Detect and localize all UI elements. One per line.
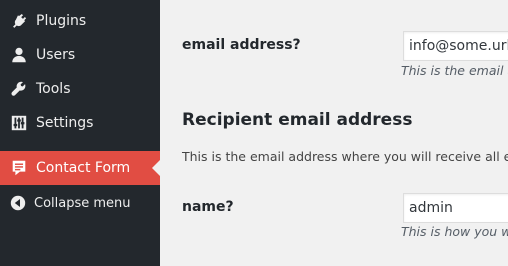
email-field-description: This is the email ad	[401, 63, 508, 78]
active-indicator-arrow	[152, 160, 160, 176]
sidebar-item-label: Contact Form	[36, 160, 131, 176]
settings-content: email address? This is the email ad Reci…	[160, 0, 508, 266]
wrench-icon	[0, 72, 36, 106]
name-field[interactable]	[403, 193, 508, 223]
sidebar-item-label: Users	[36, 47, 76, 63]
email-field[interactable]	[403, 31, 508, 61]
sidebar-item-label: Settings	[36, 115, 94, 131]
recipient-section-title: Recipient email address	[182, 110, 413, 130]
name-field-label: name?	[182, 199, 234, 215]
user-icon	[0, 38, 36, 72]
sidebar-item-plugins[interactable]: Plugins	[0, 4, 160, 38]
sidebar-item-label: Plugins	[36, 13, 87, 29]
sidebar-item-tools[interactable]: Tools	[0, 72, 160, 106]
collapse-menu-label: Collapse menu	[34, 195, 131, 211]
collapse-arrow-icon	[0, 186, 34, 220]
sidebar-item-contact-form[interactable]: Contact Form	[0, 151, 160, 185]
admin-sidebar: Plugins Users Tools Settings Contact For…	[0, 0, 160, 266]
plug-icon	[0, 4, 36, 38]
sliders-icon	[0, 106, 36, 140]
collapse-menu-button[interactable]: Collapse menu	[0, 186, 160, 220]
sidebar-item-settings[interactable]: Settings	[0, 106, 160, 140]
sidebar-item-label: Tools	[36, 81, 71, 97]
email-field-label: email address?	[182, 37, 301, 53]
form-icon	[0, 151, 36, 185]
name-field-description: This is how you wil	[401, 224, 508, 239]
sidebar-item-users[interactable]: Users	[0, 38, 160, 72]
recipient-section-description: This is the email address where you will…	[182, 149, 508, 164]
